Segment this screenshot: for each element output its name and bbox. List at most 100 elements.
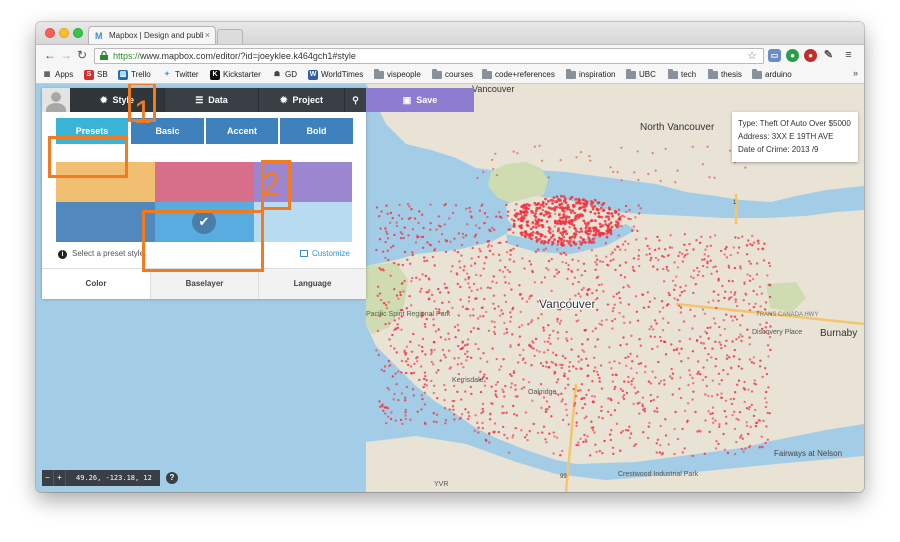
crime-point[interactable] [420,287,423,290]
crime-point[interactable] [756,240,759,243]
crime-point[interactable] [558,203,561,207]
crime-point[interactable] [526,224,530,228]
crime-point[interactable] [596,208,600,211]
crime-point[interactable] [508,270,511,274]
crime-point[interactable] [577,201,581,205]
forward-arrow-icon[interactable]: → [60,48,72,62]
crime-point[interactable] [524,436,527,439]
crime-point[interactable] [653,410,656,413]
eyedropper-icon[interactable]: ✎ [822,49,835,62]
crime-point[interactable] [641,293,645,296]
crime-point[interactable] [729,149,732,152]
crime-point[interactable] [519,226,523,229]
crime-point[interactable] [602,223,605,227]
crime-point[interactable] [517,217,520,221]
crime-point[interactable] [551,240,554,244]
crime-point[interactable] [556,272,559,275]
crime-point[interactable] [744,293,748,296]
crime-point[interactable] [571,209,575,213]
crime-point[interactable] [399,293,402,297]
crime-point[interactable] [436,397,439,400]
crime-point[interactable] [463,265,466,268]
crime-point[interactable] [395,351,398,354]
crime-point[interactable] [542,204,545,208]
crime-point[interactable] [459,298,462,301]
crime-point[interactable] [555,381,558,384]
crime-point[interactable] [757,247,760,251]
crime-point[interactable] [561,363,564,367]
crime-point[interactable] [503,275,506,279]
crime-point[interactable] [433,264,436,267]
bookmark-trello[interactable]: ▥ Trello [118,69,151,81]
crime-point[interactable] [647,425,650,428]
crime-point[interactable] [578,240,581,243]
crime-point[interactable] [560,392,563,395]
crime-point[interactable] [562,195,566,198]
crime-point[interactable] [404,417,407,421]
crime-point[interactable] [504,384,507,388]
crime-point[interactable] [461,346,465,349]
crime-point[interactable] [582,198,585,202]
crime-point[interactable] [577,441,580,444]
crime-point[interactable] [397,214,401,217]
crime-point[interactable] [476,288,479,291]
crime-point[interactable] [718,423,721,426]
crime-point[interactable] [404,396,407,399]
crime-point[interactable] [513,209,517,212]
crime-point[interactable] [458,260,461,263]
crime-point[interactable] [591,394,594,398]
crime-point[interactable] [624,240,627,243]
crime-point[interactable] [605,318,608,321]
crime-point[interactable] [595,289,598,292]
crime-point[interactable] [408,205,411,208]
crime-point[interactable] [393,288,396,291]
crime-point[interactable] [739,333,742,336]
crime-point[interactable] [704,393,707,396]
crime-point[interactable] [577,280,580,284]
crime-point[interactable] [594,219,597,223]
crime-point[interactable] [423,391,427,394]
crime-point[interactable] [550,415,553,418]
bookmarks-overflow-icon[interactable]: » [853,68,858,78]
crime-point[interactable] [687,383,690,387]
crime-point[interactable] [483,373,486,376]
crime-point[interactable] [449,270,453,273]
crime-point[interactable] [706,245,709,248]
crime-point[interactable] [544,197,547,201]
crime-point[interactable] [553,435,556,438]
crime-point[interactable] [548,227,552,231]
crime-point[interactable] [668,246,672,249]
crime-point[interactable] [394,372,397,375]
crime-point[interactable] [472,308,475,311]
crime-point[interactable] [399,237,403,240]
crime-point[interactable] [564,403,567,406]
crime-point[interactable] [386,249,389,252]
crime-point[interactable] [637,362,641,366]
crime-point[interactable] [563,374,566,378]
crime-point[interactable] [397,398,400,402]
crime-point[interactable] [562,418,565,422]
crime-point[interactable] [457,344,460,348]
crime-point[interactable] [691,398,694,401]
customize-link[interactable]: Customize [300,249,350,258]
crime-point[interactable] [424,353,427,356]
crime-point[interactable] [588,155,591,158]
search-button[interactable]: ⚲ [344,88,366,112]
crime-point[interactable] [456,251,460,254]
crime-point[interactable] [468,286,471,289]
crime-point[interactable] [418,278,421,281]
crime-point[interactable] [379,405,382,408]
crime-point[interactable] [560,366,563,370]
crime-point[interactable] [688,337,692,341]
crime-point[interactable] [398,203,401,207]
reload-icon[interactable]: ↻ [77,48,87,62]
crime-point[interactable] [515,203,518,206]
crime-point[interactable] [580,383,583,386]
crime-point[interactable] [524,203,527,207]
crime-point[interactable] [383,369,386,373]
crime-point[interactable] [667,291,670,295]
crime-point[interactable] [541,208,544,212]
crime-point[interactable] [611,373,614,376]
crime-point[interactable] [428,278,431,281]
crime-point[interactable] [757,419,761,422]
